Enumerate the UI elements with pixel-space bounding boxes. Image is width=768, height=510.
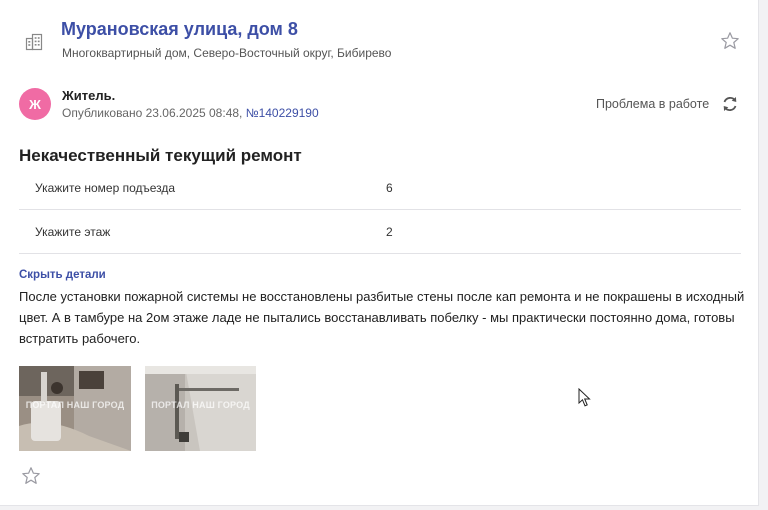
favorite-star-icon[interactable] [720, 31, 740, 51]
author-name: Житель. [62, 88, 116, 103]
divider [19, 209, 741, 210]
building-icon [25, 33, 43, 51]
hide-details-link[interactable]: Скрыть детали [19, 269, 106, 281]
field-entrance-label: Укажите номер подъезда [35, 181, 176, 195]
problem-card: Мурановская улица, дом 8 Многоквартирный… [0, 0, 759, 506]
field-floor-value: 2 [386, 225, 393, 239]
address-subtitle: Многоквартирный дом, Северо-Восточный ок… [62, 46, 392, 60]
ticket-number-link[interactable]: №140229190 [246, 106, 319, 120]
published-date: Опубликовано 23.06.2025 08:48, [62, 106, 246, 120]
mouse-cursor-icon [578, 387, 592, 408]
field-floor-label: Укажите этаж [35, 225, 111, 239]
photo-watermark: ПОРТАЛ НАШ ГОРОД [151, 400, 250, 410]
photo-watermark: ПОРТАЛ НАШ ГОРОД [25, 400, 125, 410]
refresh-icon[interactable] [720, 94, 740, 114]
divider [19, 253, 741, 254]
photo-thumbnail-2[interactable]: ПОРТАЛ НАШ ГОРОД [145, 366, 256, 451]
problem-description: После установки пожарной системы не восс… [19, 289, 745, 346]
avatar: Ж [19, 88, 51, 120]
photo-thumbnail-1[interactable]: ПОРТАЛ НАШ ГОРОД [19, 366, 131, 451]
field-entrance-value: 6 [386, 181, 393, 195]
published-info: Опубликовано 23.06.2025 08:48, №14022919… [62, 106, 319, 120]
problem-title: Некачественный текущий ремонт [19, 146, 302, 165]
status-badge: Проблема в работе [596, 97, 710, 111]
rate-star-icon[interactable] [21, 466, 41, 486]
address-title[interactable]: Мурановская улица, дом 8 [61, 19, 298, 40]
